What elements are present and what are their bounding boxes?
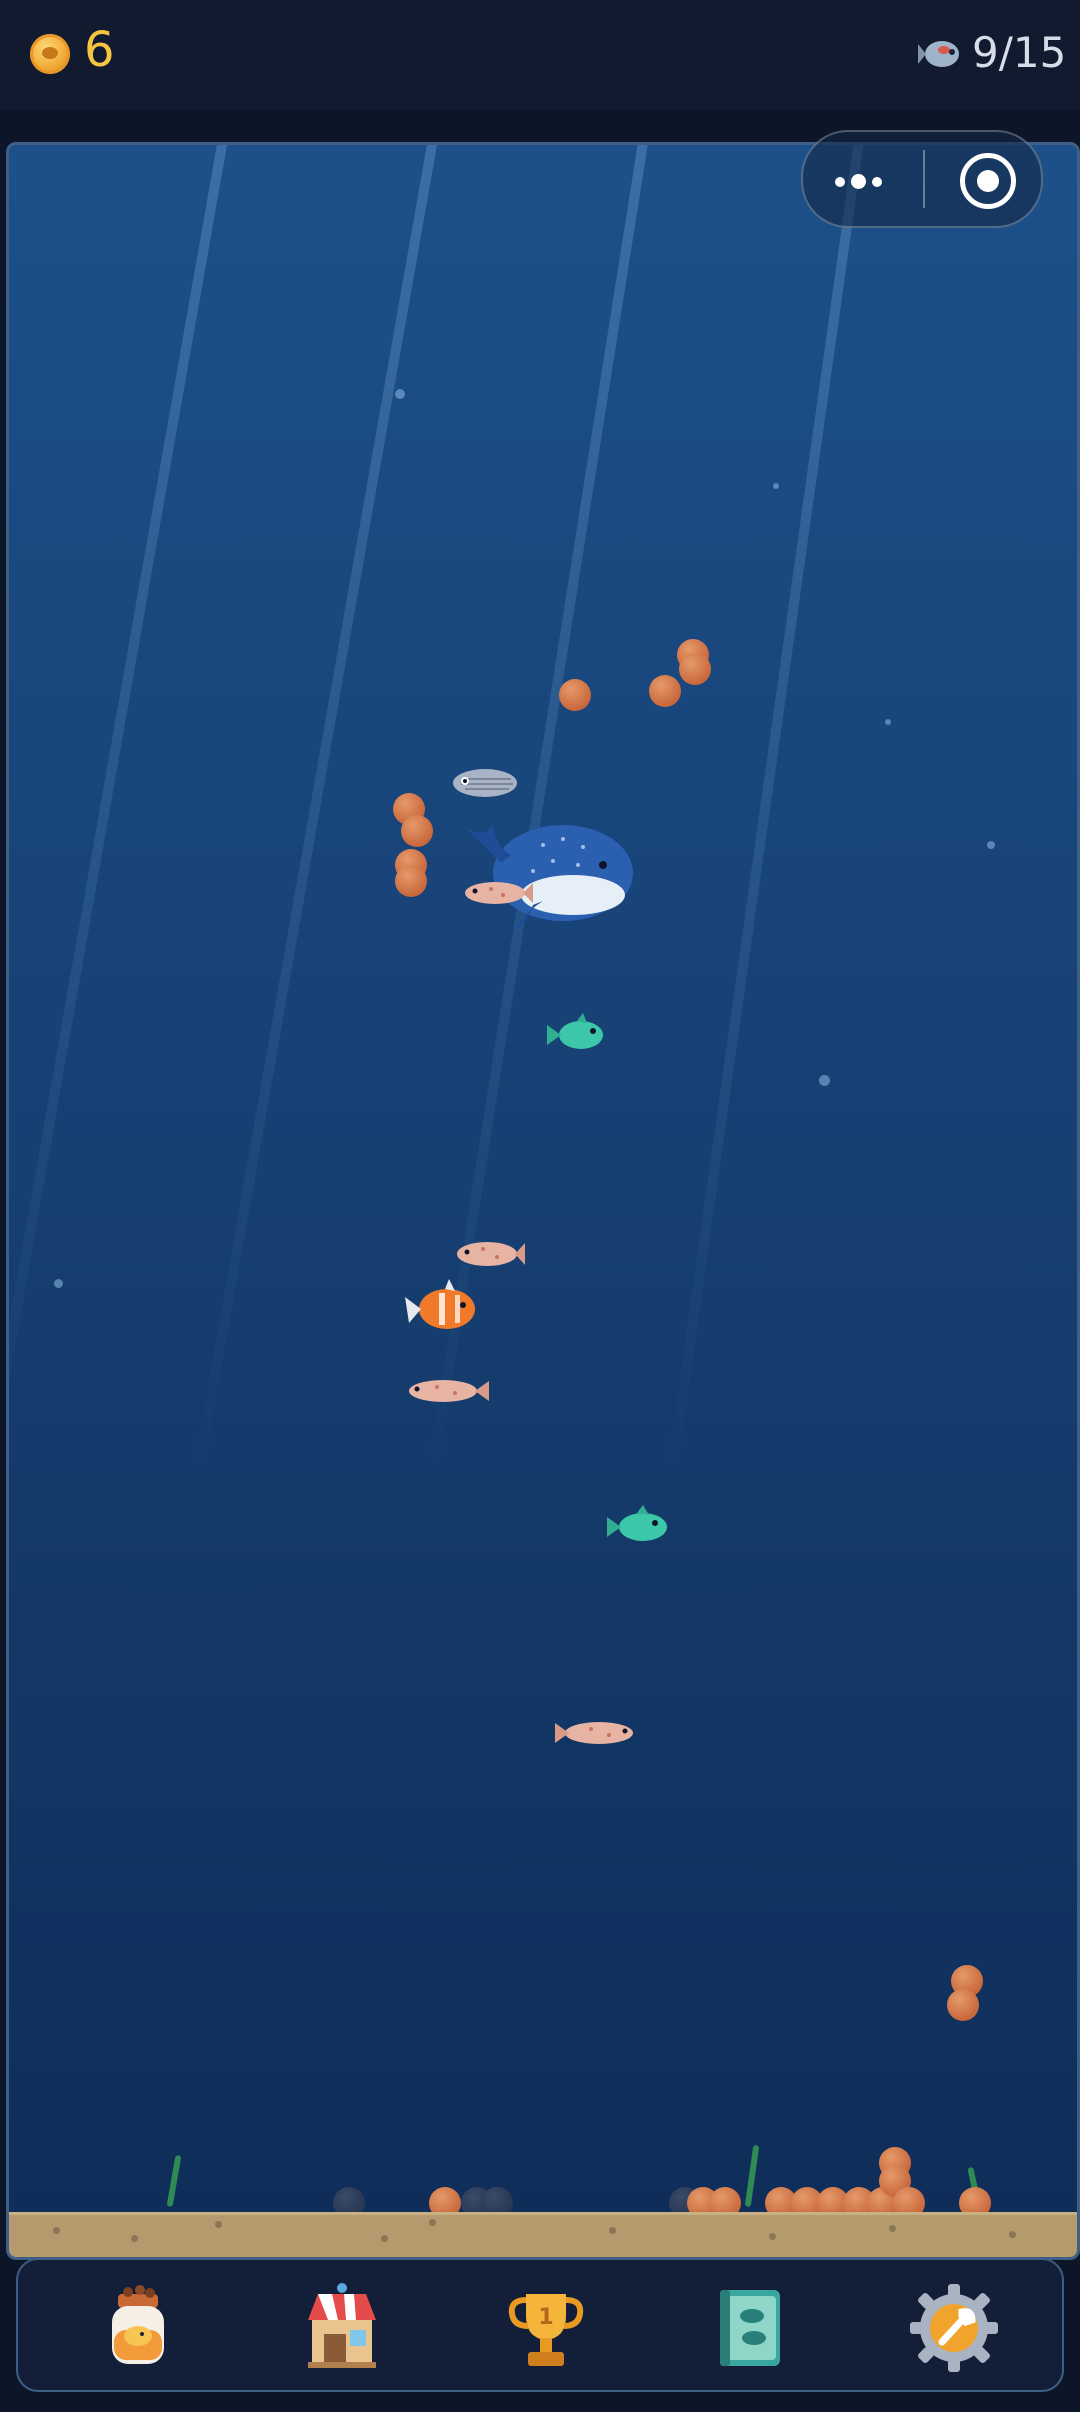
food-pellet bbox=[559, 679, 591, 711]
pebble bbox=[769, 2233, 776, 2240]
food-pellet bbox=[401, 815, 433, 847]
food-pellet bbox=[649, 675, 681, 707]
light-ray bbox=[664, 145, 869, 1493]
teal-fish[interactable] bbox=[547, 1013, 605, 1053]
koi-fish[interactable] bbox=[449, 1235, 525, 1273]
food-pellet bbox=[395, 865, 427, 897]
trophy-icon[interactable]: 1 bbox=[498, 2280, 594, 2376]
whale-fish[interactable] bbox=[463, 815, 639, 931]
pebble bbox=[53, 2227, 60, 2234]
shop-icon[interactable] bbox=[294, 2280, 390, 2376]
pebble bbox=[609, 2227, 616, 2234]
food-pellet bbox=[947, 1989, 979, 2021]
sand-floor bbox=[9, 2212, 1077, 2257]
light-ray bbox=[9, 145, 234, 1485]
bubble bbox=[54, 1279, 63, 1288]
capsule-divider bbox=[923, 150, 925, 208]
fish-count: 9/15 bbox=[972, 28, 1067, 77]
fish-book-icon[interactable] bbox=[702, 2280, 798, 2376]
pebble bbox=[1009, 2231, 1016, 2238]
more-dots-icon[interactable] bbox=[835, 172, 888, 191]
aquarium-tank[interactable] bbox=[6, 142, 1080, 2260]
target-icon[interactable] bbox=[960, 153, 1016, 209]
koi-fish[interactable] bbox=[403, 1371, 489, 1409]
coin-count: 6 bbox=[84, 22, 115, 78]
pebble bbox=[131, 2235, 138, 2242]
koi-fish[interactable] bbox=[555, 1713, 641, 1751]
gear-wrench-icon[interactable] bbox=[906, 2280, 1002, 2376]
capsule-menu bbox=[801, 130, 1043, 228]
pebble bbox=[381, 2235, 388, 2242]
bubble bbox=[395, 389, 405, 399]
pebble bbox=[889, 2225, 896, 2232]
food-jar-icon[interactable] bbox=[90, 2280, 186, 2376]
pebble bbox=[429, 2219, 436, 2226]
seaweed bbox=[744, 2144, 760, 2208]
seaweed bbox=[166, 2154, 182, 2208]
bubble bbox=[819, 1075, 830, 1086]
coin-icon bbox=[30, 34, 70, 74]
bottom-nav: 1 bbox=[16, 2258, 1064, 2392]
bubble bbox=[987, 841, 995, 849]
koi-fish[interactable] bbox=[457, 875, 533, 911]
teal-fish[interactable] bbox=[607, 1505, 669, 1545]
clownfish[interactable] bbox=[405, 1279, 481, 1335]
top-bar: 6 9/15 bbox=[0, 0, 1080, 110]
bubble bbox=[885, 719, 891, 725]
svg-text:1: 1 bbox=[538, 2305, 553, 2330]
fish-counter-icon bbox=[918, 41, 959, 67]
silver-fish[interactable] bbox=[449, 765, 519, 801]
pebble bbox=[215, 2221, 222, 2228]
bubble bbox=[773, 483, 779, 489]
food-pellet bbox=[679, 653, 711, 685]
